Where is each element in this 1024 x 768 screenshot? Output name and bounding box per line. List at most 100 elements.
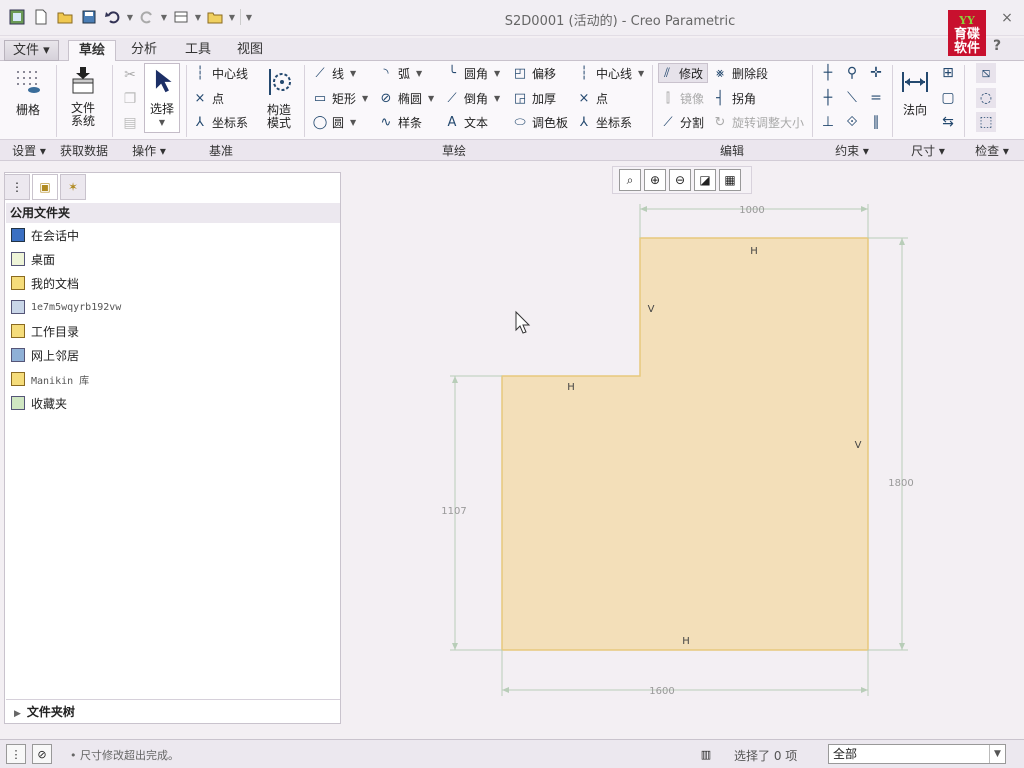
open-folder-icon[interactable]: [54, 6, 76, 28]
divide-button[interactable]: ⟋ 分割: [660, 112, 704, 132]
nav-item-computer[interactable]: 1e7m5wqyrb192vw: [11, 297, 121, 317]
nav-item-favorites[interactable]: 收藏夹: [11, 393, 67, 413]
perpendicular-constraint-icon[interactable]: ⊥: [818, 112, 838, 132]
folder-browser-tab[interactable]: ▣: [32, 174, 58, 200]
palette-button[interactable]: ⬭ 调色板: [512, 112, 568, 132]
chamfer-dropdown-icon[interactable]: ▼: [494, 94, 500, 103]
horizontal-constraint-icon[interactable]: ┼: [818, 88, 838, 108]
dimension-left-value[interactable]: 1107: [441, 506, 466, 517]
app-icon[interactable]: [6, 6, 28, 28]
modify-button[interactable]: ⫽ 修改: [658, 63, 709, 83]
rotate-resize-button[interactable]: ↻ 旋转调整大小: [712, 112, 804, 132]
tab-file[interactable]: 文件 ▾: [4, 40, 59, 61]
spline-button[interactable]: ∿ 样条: [378, 112, 422, 132]
group-dimension[interactable]: 尺寸 ▾: [892, 142, 964, 159]
constraint-vertical-right[interactable]: V: [855, 440, 862, 451]
rectangle-button[interactable]: ▭ 矩形 ▼: [312, 88, 368, 108]
regenerate-dropdown-icon[interactable]: ▼: [194, 13, 202, 22]
paste-icon[interactable]: ▤: [120, 113, 140, 133]
regenerate-icon[interactable]: [170, 6, 192, 28]
sketch-point-button[interactable]: × 点: [576, 88, 608, 108]
ellipse-dropdown-icon[interactable]: ▼: [428, 94, 434, 103]
nav-item-my-documents[interactable]: 我的文档: [11, 273, 79, 293]
selection-filter-icon[interactable]: ▥: [696, 744, 716, 764]
group-constrain[interactable]: 约束 ▾: [812, 142, 892, 159]
dimension-right-value[interactable]: 1800: [888, 478, 913, 489]
ellipse-button[interactable]: ⊘ 椭圆 ▼: [378, 88, 435, 108]
model-tree-tab[interactable]: ⋮: [4, 174, 30, 200]
save-icon[interactable]: [78, 6, 100, 28]
tab-analysis[interactable]: 分析: [121, 40, 167, 61]
nav-item-desktop[interactable]: 桌面: [11, 249, 55, 269]
fillet-dropdown-icon[interactable]: ▼: [494, 69, 500, 78]
tab-view[interactable]: 视图: [227, 40, 273, 61]
tangent-constraint-icon[interactable]: ⚲: [842, 63, 862, 83]
group-settings[interactable]: 设置 ▾: [2, 142, 56, 159]
constraint-horizontal-bottom[interactable]: H: [682, 636, 690, 647]
line-dropdown-icon[interactable]: ▼: [350, 69, 356, 78]
delete-segment-button[interactable]: ⨳ 删除段: [712, 63, 768, 83]
tab-tools[interactable]: 工具: [175, 40, 221, 61]
sketch-canvas[interactable]: 1000 1800 1107 1600 H V H V H: [342, 160, 942, 720]
copy-icon[interactable]: ❐: [120, 89, 140, 109]
dimension-top-value[interactable]: 1000: [739, 205, 764, 216]
constraint-vertical-inner[interactable]: V: [648, 304, 655, 315]
highlight-open-ends-icon[interactable]: ◌: [976, 88, 996, 108]
help-button[interactable]: ?: [986, 36, 1008, 56]
corner-button[interactable]: ┤ 拐角: [712, 88, 756, 108]
offset-button[interactable]: ◰ 偏移: [512, 63, 556, 83]
select-button[interactable]: 选择 ▼: [144, 63, 180, 133]
grid-button[interactable]: 栅格: [8, 67, 48, 117]
nav-item-in-session[interactable]: 在会话中: [11, 225, 79, 245]
datum-point-button[interactable]: × 点: [192, 88, 224, 108]
baseline-dimension-icon[interactable]: ⇆: [938, 112, 958, 132]
datum-csys-button[interactable]: ⅄ 坐标系: [192, 112, 248, 132]
rectangle-dropdown-icon[interactable]: ▼: [362, 94, 368, 103]
file-system-button[interactable]: 文件 系统: [62, 65, 104, 128]
centerline-dropdown-icon[interactable]: ▼: [638, 69, 644, 78]
window-dropdown-icon[interactable]: ▼: [228, 13, 236, 22]
line-button[interactable]: ⟋ 线 ▼: [312, 63, 356, 83]
favorites-tab[interactable]: ✶: [60, 174, 86, 200]
browser-toggle-icon[interactable]: ⊘: [32, 744, 52, 764]
parallel-constraint-icon[interactable]: ∥: [866, 112, 886, 132]
vertical-constraint-icon[interactable]: ┼: [818, 63, 838, 83]
midpoint-constraint-icon[interactable]: ✛: [866, 63, 886, 83]
thicken-button[interactable]: ◲ 加厚: [512, 88, 556, 108]
shade-closed-loops-icon[interactable]: ⬚: [976, 112, 996, 132]
symmetric-constraint-icon[interactable]: ⟐: [842, 112, 862, 132]
window-icon[interactable]: [204, 6, 226, 28]
sketch-centerline-button[interactable]: ┆ 中心线 ▼: [576, 63, 644, 83]
nav-item-network[interactable]: 网上邻居: [11, 345, 79, 365]
circle-dropdown-icon[interactable]: ▼: [350, 118, 356, 127]
datum-centerline-button[interactable]: ┆ 中心线: [192, 63, 248, 83]
cut-icon[interactable]: ✂: [120, 65, 140, 85]
redo-icon[interactable]: [136, 6, 158, 28]
window-close-button[interactable]: ×: [996, 8, 1018, 28]
reference-dimension-icon[interactable]: ▢: [938, 88, 958, 108]
redo-dropdown-icon[interactable]: ▼: [160, 13, 168, 22]
normal-dimension-button[interactable]: 法向: [896, 67, 934, 117]
folder-tree-toggle[interactable]: ▶ 文件夹树: [6, 699, 340, 723]
tab-sketch[interactable]: 草绘: [68, 40, 117, 62]
constraint-horizontal-top[interactable]: H: [750, 246, 758, 257]
dimension-bottom-value[interactable]: 1600: [649, 686, 674, 697]
new-file-icon[interactable]: [30, 6, 52, 28]
perimeter-dimension-icon[interactable]: ⊞: [938, 63, 958, 83]
construction-mode-button[interactable]: 构造 模式: [258, 67, 300, 130]
circle-button[interactable]: ◯ 圆 ▼: [312, 112, 356, 132]
selection-filter-dropdown[interactable]: 全部 ▼: [828, 744, 1006, 764]
arc-button[interactable]: ◝ 弧 ▼: [378, 63, 422, 83]
nav-item-working-directory[interactable]: 工作目录: [11, 321, 79, 341]
arc-dropdown-icon[interactable]: ▼: [416, 69, 422, 78]
undo-dropdown-icon[interactable]: ▼: [126, 13, 134, 22]
coincident-constraint-icon[interactable]: ⟍: [842, 88, 862, 108]
nav-item-manikin-library[interactable]: Manikin 库: [11, 369, 89, 389]
constraint-horizontal-step[interactable]: H: [567, 382, 575, 393]
group-inspect[interactable]: 检查 ▾: [964, 142, 1020, 159]
equal-constraint-icon[interactable]: =: [866, 88, 886, 108]
customize-qat-icon[interactable]: ▼: [245, 13, 253, 22]
chamfer-button[interactable]: ⟋ 倒角 ▼: [444, 88, 500, 108]
navigator-toggle-icon[interactable]: ⋮: [6, 744, 26, 764]
text-button[interactable]: A 文本: [444, 112, 488, 132]
